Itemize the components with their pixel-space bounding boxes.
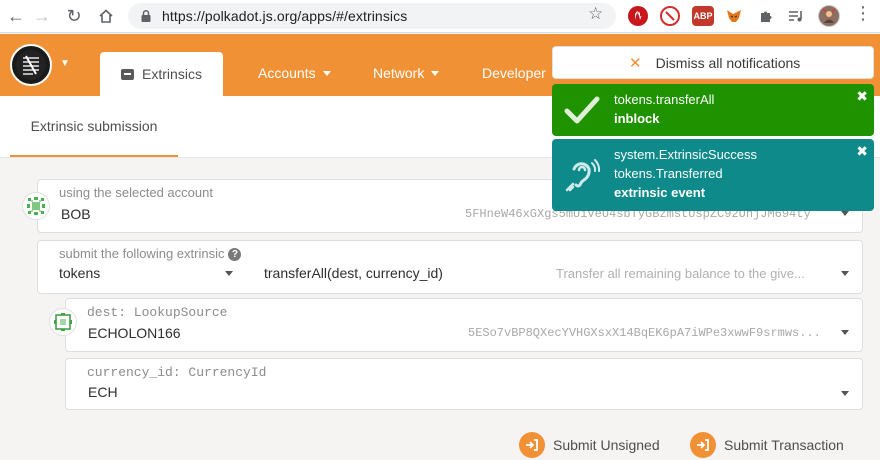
forward-icon[interactable]: →: [30, 4, 54, 28]
extrinsic-selector: submit the following extrinsic? tokens t…: [37, 240, 863, 294]
notification-title: tokens.transferAll: [614, 92, 715, 107]
chevron-down-icon: [841, 330, 849, 335]
tab-extrinsics[interactable]: Extrinsics: [100, 52, 223, 96]
event-line-1: system.ExtrinsicSuccess: [614, 147, 758, 162]
media-playlist-icon[interactable]: [786, 6, 806, 26]
call-value: transferAll(dest, currency_id): [264, 265, 443, 281]
bookmark-star-icon[interactable]: ☆: [588, 4, 603, 24]
submit-unsigned-label: Submit Unsigned: [553, 437, 660, 453]
home-icon[interactable]: [94, 4, 118, 28]
lock-icon: [141, 9, 151, 22]
profile-avatar[interactable]: [818, 5, 840, 27]
currency-id-dropdown[interactable]: currency_id: CurrencyId ECH: [65, 358, 863, 410]
notification-status: inblock: [614, 111, 660, 126]
extrinsic-label: submit the following extrinsic?: [59, 246, 242, 262]
checkmark-icon: [564, 96, 600, 124]
address-bar[interactable]: https://polkadot.js.org/apps/#/extrinsic…: [128, 3, 616, 29]
event-status: extrinsic event: [614, 185, 706, 200]
help-icon[interactable]: ?: [228, 248, 242, 262]
sign-in-icon: [690, 432, 716, 458]
close-icon[interactable]: ✖: [856, 88, 868, 105]
ublock-icon[interactable]: [628, 6, 648, 26]
account-name: BOB: [61, 206, 91, 222]
chevron-down-icon: [225, 271, 233, 276]
notification-extrinsic-event: system.ExtrinsicSuccess tokens.Transferr…: [552, 139, 874, 211]
metamask-fox-icon[interactable]: [724, 6, 744, 26]
tab-extrinsic-submission[interactable]: Extrinsic submission: [10, 96, 178, 157]
submit-transaction-button[interactable]: Submit Transaction: [690, 430, 844, 460]
chevron-down-icon: [322, 70, 331, 76]
block-icon[interactable]: [660, 6, 680, 26]
currency-value: ECH: [88, 384, 118, 400]
dest-address: 5ESo7vBP8QXecYVHGXsxX14BqEK6pA7iWPe3xwwF…: [468, 326, 821, 340]
url-text: https://polkadot.js.org/apps/#/extrinsic…: [162, 8, 408, 24]
nav-accounts[interactable]: Accounts: [258, 65, 331, 81]
call-description: Transfer all remaining balance to the gi…: [556, 266, 805, 281]
chevron-down-icon: [431, 70, 440, 76]
puzzle-extensions-icon[interactable]: [756, 6, 776, 26]
sign-in-icon: [519, 432, 545, 458]
nav-accounts-label: Accounts: [258, 65, 316, 81]
back-icon[interactable]: ←: [4, 4, 28, 28]
call-dropdown[interactable]: transferAll(dest, currency_id) Transfer …: [258, 261, 862, 293]
chevron-down-icon: [841, 391, 849, 396]
module-dropdown[interactable]: tokens: [38, 261, 248, 293]
submit-transaction-label: Submit Transaction: [724, 437, 844, 453]
chevron-down-icon: [841, 271, 849, 276]
close-icon: ✕: [629, 54, 642, 72]
dest-address-input[interactable]: dest: LookupSource ECHOLON166 5ESo7vBP8Q…: [65, 298, 863, 352]
extrinsic-label-text: submit the following extrinsic: [59, 246, 225, 261]
notification-inblock: tokens.transferAll inblock ✖: [552, 84, 874, 136]
event-line-2: tokens.Transferred: [614, 166, 723, 181]
dismiss-all-notifications-button[interactable]: ✕ Dismiss all notifications: [552, 46, 874, 79]
module-value: tokens: [59, 265, 101, 281]
account-label: using the selected account: [59, 185, 213, 200]
nav-developer[interactable]: Developer: [482, 65, 546, 81]
dest-label: dest: LookupSource: [87, 305, 228, 320]
currency-label: currency_id: CurrencyId: [87, 365, 267, 380]
dismiss-all-label: Dismiss all notifications: [655, 54, 801, 71]
reload-icon[interactable]: ↻: [62, 4, 86, 28]
nav-network[interactable]: Network: [373, 65, 440, 81]
browser-menu-icon[interactable]: ⋮: [854, 3, 872, 24]
browser-toolbar: ← → ↻ https://polkadot.js.org/apps/#/ext…: [0, 0, 880, 33]
nav-network-label: Network: [373, 65, 425, 81]
chain-selector-chevron-icon[interactable]: ▼: [60, 58, 70, 69]
nav-developer-label: Developer: [482, 65, 546, 81]
close-icon[interactable]: ✖: [856, 143, 868, 160]
dest-name: ECHOLON166: [88, 325, 181, 341]
tab-extrinsics-label: Extrinsics: [142, 66, 202, 82]
chevron-down-icon: [841, 211, 849, 216]
assistive-listening-icon: [565, 159, 600, 192]
extrinsics-tab-icon: [121, 68, 135, 80]
dest-identicon: [49, 308, 77, 336]
submit-unsigned-button[interactable]: Submit Unsigned: [519, 430, 660, 460]
tab-extrinsic-submission-label: Extrinsic submission: [30, 117, 158, 134]
adblock-plus-icon[interactable]: ABP: [692, 6, 714, 26]
account-identicon: [22, 192, 50, 220]
polkadot-logo[interactable]: [10, 44, 52, 86]
